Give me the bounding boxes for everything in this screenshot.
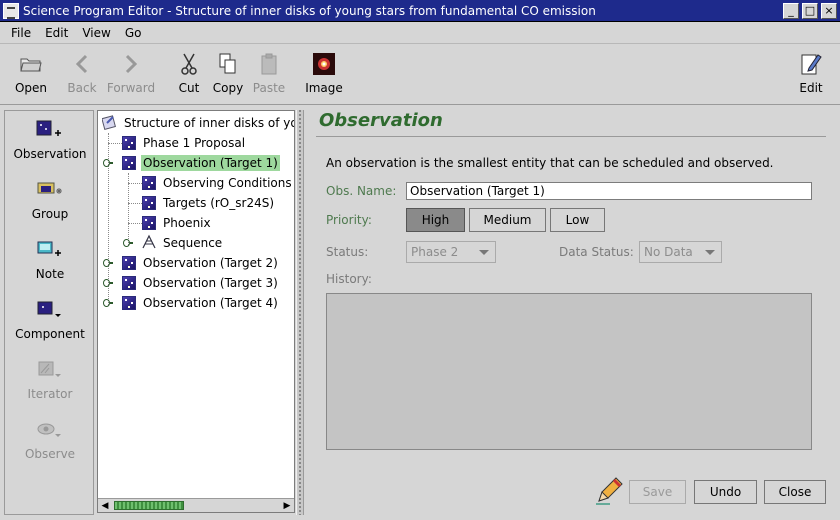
title-divider — [316, 136, 826, 137]
scrollbar-thumb[interactable] — [114, 501, 184, 510]
priority-medium-button[interactable]: Medium — [469, 208, 546, 232]
menu-bar: File Edit View Go — [0, 22, 840, 44]
component-palette: Observation Group Note Component Iterato… — [4, 110, 94, 515]
close-window-button[interactable]: × — [821, 2, 837, 19]
scissors-icon — [180, 51, 198, 77]
menu-edit[interactable]: Edit — [38, 26, 75, 40]
copy-icon — [219, 51, 237, 77]
observation-icon — [122, 296, 136, 310]
forward-button[interactable]: Forward — [106, 51, 156, 95]
save-button[interactable]: Save — [629, 480, 686, 504]
tree-item-observation-target-1[interactable]: Observation (Target 1) — [122, 154, 280, 172]
program-icon — [101, 114, 118, 133]
history-area[interactable] — [326, 293, 812, 450]
data-status-label: Data Status: — [559, 245, 634, 259]
edit-button[interactable]: Edit — [786, 51, 836, 95]
conditions-icon — [142, 176, 156, 190]
group-icon — [35, 179, 65, 201]
tree-root[interactable]: Structure of inner disks of you — [101, 114, 294, 133]
observation-icon — [122, 156, 136, 170]
menu-view[interactable]: View — [75, 26, 117, 40]
tree-item-sequence[interactable]: Sequence — [142, 234, 224, 252]
add-group-button[interactable]: Group — [5, 179, 95, 221]
tree-item-observation-target-2[interactable]: Observation (Target 2) — [122, 254, 280, 272]
observation-plus-icon — [35, 119, 65, 141]
status-label: Status: — [326, 245, 369, 259]
pane-splitter[interactable] — [296, 110, 304, 515]
data-status-select[interactable]: No Data — [639, 241, 722, 263]
tree-item-targets[interactable]: Targets (rO_sr24S) — [142, 194, 276, 212]
add-component-button[interactable]: Component — [5, 299, 95, 341]
tree-expand-toggle[interactable] — [123, 238, 133, 248]
add-iterator-button[interactable]: Iterator — [5, 359, 95, 401]
editor-title: Observation — [319, 110, 443, 131]
iterator-icon — [35, 359, 65, 381]
menu-file[interactable]: File — [4, 26, 38, 40]
tree-expand-toggle[interactable] — [103, 298, 113, 308]
component-dropdown-icon — [35, 299, 65, 321]
tree-item-phoenix[interactable]: Phoenix — [142, 214, 213, 232]
clipboard-icon — [261, 51, 277, 77]
target-icon — [142, 196, 156, 210]
add-note-button[interactable]: Note — [5, 239, 95, 281]
arrow-left-icon — [74, 51, 90, 77]
sequence-icon — [142, 234, 157, 252]
window-menu-icon[interactable] — [3, 2, 19, 19]
tree-item-observation-target-4[interactable]: Observation (Target 4) — [122, 294, 280, 312]
program-tree[interactable]: Structure of inner disks of you Phase 1 … — [97, 110, 295, 513]
tree-item-phase1-proposal[interactable]: Phase 1 Proposal — [122, 134, 247, 152]
window-title: Science Program Editor - Structure of in… — [23, 3, 596, 18]
phase1-proposal-icon — [122, 136, 136, 150]
status-select[interactable]: Phase 2 — [406, 241, 496, 263]
tree-expand-toggle[interactable] — [103, 258, 113, 268]
paste-button[interactable]: Paste — [244, 51, 294, 95]
observe-eye-icon — [35, 419, 65, 441]
scroll-left-icon[interactable]: ◀ — [98, 499, 112, 512]
obs-name-label: Obs. Name: — [326, 184, 397, 198]
chevron-down-icon — [705, 250, 715, 255]
editor-description: An observation is the smallest entity th… — [326, 156, 774, 170]
priority-low-button[interactable]: Low — [550, 208, 605, 232]
folder-icon — [20, 51, 42, 77]
toolbar: Open Back Forward Cut Copy Paste Image E… — [0, 45, 840, 105]
priority-label: Priority: — [326, 213, 372, 227]
pencil-icon — [594, 476, 624, 506]
observation-icon — [122, 276, 136, 290]
add-observation-button[interactable]: Observation — [5, 119, 95, 161]
arrow-right-icon — [123, 51, 139, 77]
chevron-down-icon — [479, 250, 489, 255]
close-button[interactable]: Close — [764, 480, 826, 504]
observation-editor: Observation An observation is the smalle… — [306, 110, 836, 515]
instrument-icon — [142, 216, 156, 230]
open-button[interactable]: Open — [6, 51, 56, 95]
menu-go[interactable]: Go — [118, 26, 149, 40]
back-button[interactable]: Back — [57, 51, 107, 95]
undo-button[interactable]: Undo — [694, 480, 757, 504]
priority-high-button[interactable]: High — [406, 208, 465, 232]
tree-item-observing-conditions[interactable]: Observing Conditions — [142, 174, 294, 192]
minimize-button[interactable]: _ — [783, 2, 799, 19]
image-button[interactable]: Image — [299, 51, 349, 95]
maximize-button[interactable]: □ — [802, 2, 818, 19]
add-observe-button[interactable]: Observe — [5, 419, 95, 461]
history-label: History: — [326, 272, 372, 286]
tree-expand-toggle[interactable] — [103, 278, 113, 288]
note-plus-icon — [35, 239, 65, 261]
window-title-bar[interactable]: Science Program Editor - Structure of in… — [0, 0, 840, 22]
observation-icon — [122, 256, 136, 270]
scroll-right-icon[interactable]: ▶ — [280, 499, 294, 512]
obs-name-input[interactable]: Observation (Target 1) — [406, 182, 812, 200]
edit-note-icon — [800, 51, 822, 77]
tree-horizontal-scrollbar[interactable]: ◀ ▶ — [98, 498, 294, 512]
image-icon — [313, 51, 335, 77]
tree-item-observation-target-3[interactable]: Observation (Target 3) — [122, 274, 280, 292]
tree-collapse-toggle[interactable] — [103, 158, 113, 168]
